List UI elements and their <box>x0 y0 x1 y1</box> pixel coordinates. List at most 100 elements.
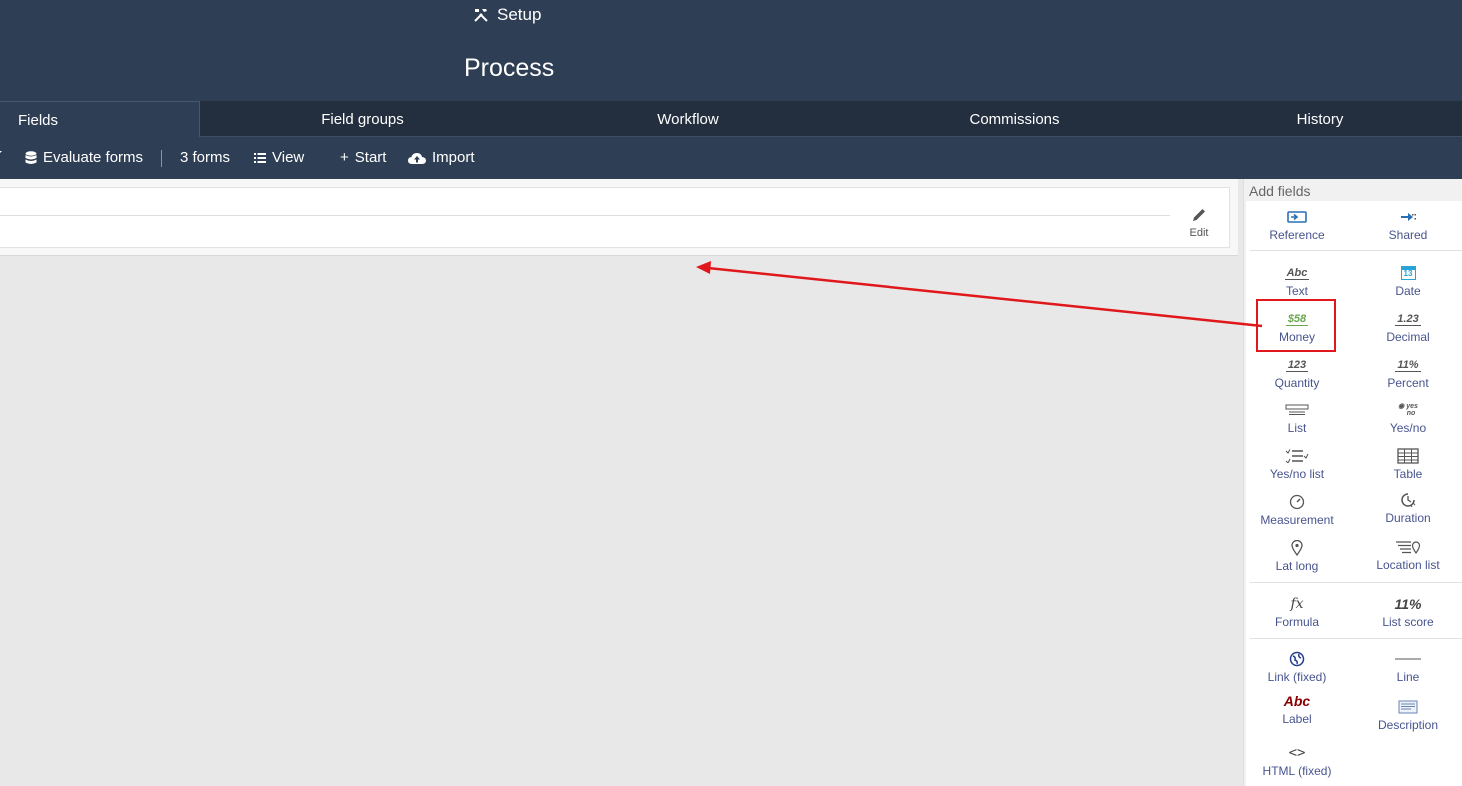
field-yes-no[interactable]: ◉ yes no Yes/no <box>1353 401 1462 435</box>
edit-button[interactable]: Edit <box>1187 207 1211 239</box>
chevron-down-icon[interactable] <box>0 149 2 155</box>
add-fields-sidebar: Add fields Reference Shared Abc Text 13 … <box>1243 179 1462 786</box>
field-reference[interactable]: Reference <box>1242 208 1352 242</box>
date-icon: 13 <box>1353 264 1462 282</box>
start-label: Start <box>354 149 387 166</box>
field-list[interactable]: List <box>1242 401 1352 435</box>
field-table[interactable]: Table <box>1353 447 1462 481</box>
sidebar-body: Reference Shared Abc Text 13 Date $58 Mo… <box>1246 201 1462 786</box>
list-view-icon <box>254 152 266 163</box>
field-label: Yes/no <box>1389 421 1427 435</box>
field-label: Yes/no list <box>1269 467 1325 481</box>
tab-field-groups[interactable]: Field groups <box>200 101 525 137</box>
cloud-upload-icon <box>408 152 426 164</box>
field-label-item[interactable]: Abc Label <box>1242 692 1352 726</box>
view-label: View <box>272 149 305 166</box>
forms-count[interactable]: 3 forms <box>180 149 230 166</box>
edit-label: Edit <box>1189 227 1209 239</box>
setup-label: Setup <box>497 5 542 24</box>
field-label: Date <box>1395 284 1421 298</box>
evaluate-forms-button[interactable]: Evaluate forms <box>25 149 143 166</box>
evaluate-forms-label: Evaluate forms <box>43 149 144 166</box>
location-list-icon <box>1353 538 1462 556</box>
field-label: Table <box>1393 467 1423 481</box>
import-button[interactable]: Import <box>408 149 475 166</box>
tab-history[interactable]: History <box>1178 101 1462 137</box>
field-label: Text <box>1285 284 1308 298</box>
yes-no-icon: ◉ yes no <box>1398 403 1418 417</box>
shared-icon <box>1353 208 1462 226</box>
field-label: Location list <box>1376 558 1440 572</box>
field-label: Formula <box>1274 615 1319 629</box>
tab-workflow[interactable]: Workflow <box>525 101 851 137</box>
field-location-list[interactable]: Location list <box>1353 538 1462 572</box>
table-icon <box>1353 447 1462 465</box>
tab-commissions[interactable]: Commissions <box>851 101 1178 137</box>
field-duration[interactable]: Duration <box>1353 491 1462 525</box>
divider <box>1250 638 1462 639</box>
list-icon <box>1242 401 1352 419</box>
decimal-icon: 1.23 <box>1395 312 1421 326</box>
field-description[interactable]: Description <box>1353 698 1462 732</box>
database-icon <box>25 150 37 164</box>
field-label: Quantity <box>1274 376 1320 390</box>
field-measurement[interactable]: Measurement <box>1242 493 1352 527</box>
field-text[interactable]: Abc Text <box>1242 264 1352 298</box>
divider <box>0 215 1170 216</box>
page-title: Process <box>464 54 555 82</box>
tab-bar: Fields Field groups Workflow Commissions… <box>0 101 1462 138</box>
description-icon <box>1353 698 1462 716</box>
field-quantity[interactable]: 123 Quantity <box>1242 356 1352 391</box>
map-pin-icon <box>1242 539 1352 557</box>
duration-icon <box>1353 491 1462 509</box>
plus-icon: + <box>340 149 349 166</box>
start-button[interactable]: + Start <box>340 149 386 166</box>
field-label: Percent <box>1387 376 1429 390</box>
field-label: Shared <box>1388 228 1428 242</box>
label-icon: Abc <box>1283 693 1311 709</box>
code-icon: <> <box>1288 745 1306 761</box>
divider <box>1250 582 1462 583</box>
field-lat-long[interactable]: Lat long <box>1242 539 1352 573</box>
tab-fields[interactable]: Fields <box>0 101 200 138</box>
line-icon <box>1353 650 1462 668</box>
quantity-icon: 123 <box>1285 358 1309 372</box>
reference-icon <box>1242 208 1352 226</box>
field-shared[interactable]: Shared <box>1353 208 1462 242</box>
field-list-score[interactable]: 11% List score <box>1353 595 1462 629</box>
tools-icon <box>474 9 488 22</box>
toolbar-divider <box>161 150 162 167</box>
app-header: Setup Process <box>0 0 1462 101</box>
field-label: Label <box>1282 712 1312 726</box>
field-label: List <box>1287 421 1307 435</box>
import-label: Import <box>432 149 475 166</box>
field-label: Link (fixed) <box>1267 670 1327 684</box>
percent-icon: 11% <box>1395 358 1421 372</box>
formula-icon: fx <box>1290 596 1304 612</box>
sidebar-title: Add fields <box>1249 183 1311 199</box>
list-score-icon: 11% <box>1394 596 1422 612</box>
field-label: Decimal <box>1386 330 1430 344</box>
field-label: Duration <box>1385 511 1431 525</box>
field-yes-no-list[interactable]: Yes/no list <box>1242 447 1352 481</box>
field-link-fixed[interactable]: Link (fixed) <box>1242 650 1352 684</box>
view-button[interactable]: View <box>254 149 304 166</box>
measurement-icon <box>1242 493 1352 511</box>
field-decimal[interactable]: 1.23 Decimal <box>1353 310 1462 345</box>
globe-link-icon <box>1242 650 1352 668</box>
form-panel: Edit <box>0 179 1238 256</box>
field-date[interactable]: 13 Date <box>1353 264 1462 298</box>
field-label: Lat long <box>1275 559 1319 573</box>
money-highlight-box <box>1256 299 1336 352</box>
field-label: Measurement <box>1260 513 1334 527</box>
field-formula[interactable]: fx Formula <box>1242 595 1352 629</box>
field-label: Description <box>1377 718 1439 732</box>
field-line[interactable]: Line <box>1353 650 1462 684</box>
divider <box>1250 250 1462 251</box>
field-html-fixed[interactable]: <> HTML (fixed) <box>1242 744 1352 778</box>
field-label: Reference <box>1269 228 1325 242</box>
form-box: Edit <box>0 187 1230 248</box>
yes-no-list-icon <box>1242 447 1352 465</box>
setup-link[interactable]: Setup <box>473 5 541 25</box>
field-percent[interactable]: 11% Percent <box>1353 356 1462 391</box>
